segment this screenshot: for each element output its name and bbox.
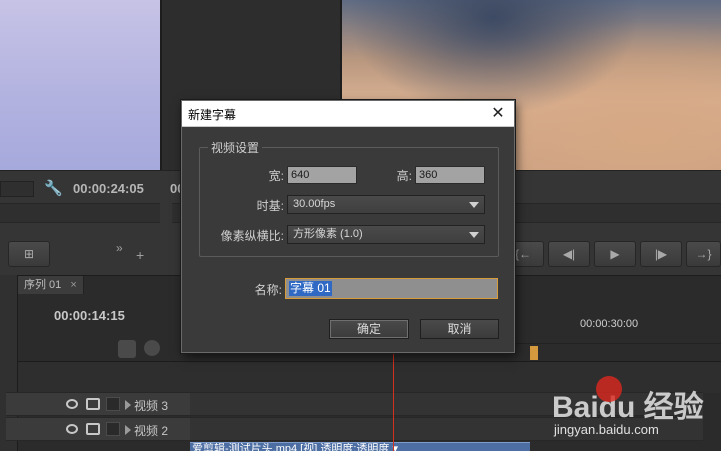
height-field[interactable]: 360 (415, 166, 485, 184)
insert-button[interactable]: ⊞ (8, 241, 50, 267)
source-ruler[interactable] (0, 203, 160, 223)
track-header-video-2[interactable]: 视频 2 (6, 417, 190, 441)
watermark-url: jingyan.baidu.com (554, 422, 659, 437)
step-back-button[interactable]: ◀| (548, 241, 590, 267)
source-monitor-preview (0, 0, 160, 170)
close-tab-icon[interactable]: × (70, 279, 76, 291)
width-field[interactable]: 640 (287, 166, 357, 184)
dialog-title: 新建字幕 (188, 108, 237, 122)
video-settings-group: 视频设置 宽: 640 高: 360 时基: 30.00fps 像素纵横比: 方… (199, 139, 499, 257)
close-icon[interactable]: ✕ (488, 104, 508, 124)
width-label: 宽: (268, 169, 284, 183)
paw-logo-icon (596, 376, 622, 402)
name-input[interactable]: 字幕 01 (285, 278, 498, 299)
timeline-timecode[interactable]: 00:00:14:15 (54, 308, 125, 323)
wrench-icon[interactable]: 🔧 (44, 179, 63, 197)
lock-toggle[interactable] (106, 397, 120, 411)
timeline-clip[interactable]: 爱剪辑-测试片头.mp4 [视] 透明度:透明度 ▾ (190, 442, 530, 451)
timebase-label: 时基: (256, 199, 284, 213)
cancel-button[interactable]: 取消 (420, 319, 499, 339)
source-timecode[interactable]: 00:00:24:05 (73, 181, 144, 196)
film-icon[interactable] (86, 423, 100, 435)
source-monitor-controls: 🔧 00:00:24:05 ⊞ » + (0, 170, 160, 275)
watermark-brand: Baidu 经验 (552, 391, 704, 424)
step-forward-marker-button[interactable]: →} (686, 241, 721, 267)
height-label: 高: (396, 169, 412, 183)
track-label: 视频 3 (134, 399, 169, 413)
film-icon[interactable] (86, 398, 100, 410)
timebase-select[interactable]: 30.00fps (287, 195, 485, 214)
pixel-aspect-label: 像素纵横比: (220, 229, 284, 243)
more-chevron-icon[interactable]: » (116, 241, 123, 255)
baidu-watermark: Baidu 经验 jingyan.baidu.com (552, 372, 712, 446)
track-label: 视频 2 (134, 424, 169, 438)
tab-sequence-01[interactable]: 序列 01 × (18, 276, 84, 294)
step-forward-button[interactable]: |▶ (640, 241, 682, 267)
name-label: 名称: (254, 283, 282, 297)
expand-triangle-icon[interactable] (125, 425, 131, 435)
name-input-selection: 字幕 01 (289, 281, 332, 296)
snap-icon[interactable] (118, 340, 136, 358)
marker-icon[interactable] (144, 340, 160, 356)
source-dropdown[interactable] (0, 181, 34, 197)
chevron-down-icon (469, 202, 479, 208)
expand-triangle-icon[interactable] (125, 400, 131, 410)
play-button[interactable]: ▶ (594, 241, 636, 267)
dialog-titlebar[interactable]: 新建字幕 ✕ (182, 101, 514, 127)
lock-toggle[interactable] (106, 422, 120, 436)
new-title-dialog: 新建字幕 ✕ 视频设置 宽: 640 高: 360 时基: 30.00fps 像… (181, 100, 515, 353)
eye-icon[interactable] (66, 424, 78, 434)
work-area-end-handle[interactable] (530, 346, 538, 360)
add-button-icon[interactable]: + (136, 247, 144, 263)
pixel-aspect-select[interactable]: 方形像素 (1.0) (287, 225, 485, 244)
track-header-video-3[interactable]: 视频 3 (6, 392, 190, 416)
chevron-down-icon (469, 232, 479, 238)
ok-button[interactable]: 确定 (329, 319, 409, 339)
video-settings-legend: 视频设置 (208, 139, 263, 156)
playhead[interactable] (393, 345, 394, 451)
eye-icon[interactable] (66, 399, 78, 409)
